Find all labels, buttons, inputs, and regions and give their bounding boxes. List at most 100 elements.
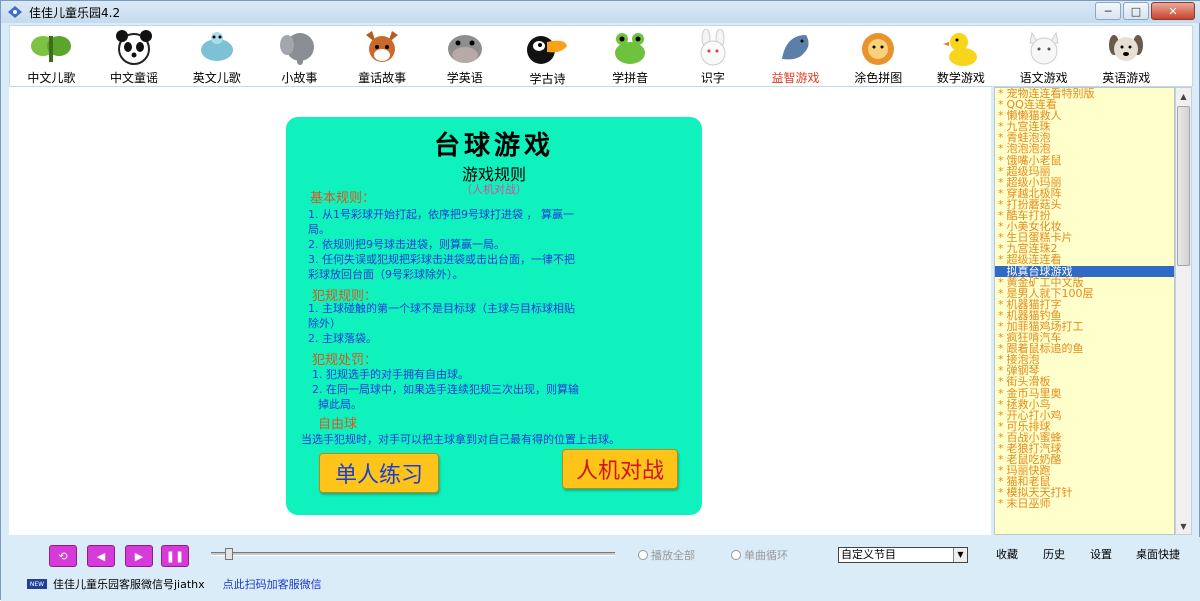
- game-list-item[interactable]: * 机器猫打字: [995, 299, 1174, 310]
- tool-coloring[interactable]: 涂色拼图: [837, 26, 920, 86]
- progress-slider[interactable]: [211, 548, 615, 560]
- game-list-item[interactable]: * 超级玛丽: [995, 166, 1174, 177]
- tool-puzzle-games[interactable]: 益智游戏: [754, 26, 837, 86]
- close-button[interactable]: ✕: [1151, 2, 1195, 20]
- scan-qr-link[interactable]: 点此扫码加客服微信: [223, 576, 322, 592]
- scroll-down-icon[interactable]: ▼: [1176, 518, 1191, 534]
- next-icon[interactable]: ▶: [125, 545, 153, 567]
- program-select[interactable]: 自定义节目 ▼: [838, 547, 968, 563]
- bullet-star-icon: *: [998, 132, 1004, 144]
- window-controls: ─ □ ✕: [1095, 2, 1195, 20]
- tool-ancient-poems[interactable]: 学古诗: [506, 26, 589, 86]
- game-list-item[interactable]: * 打扮蘑菇头: [995, 199, 1174, 210]
- tool-short-stories[interactable]: 小故事: [258, 26, 341, 86]
- window-title: 佳佳儿童乐园4.2: [29, 5, 121, 20]
- toucan-icon: [525, 28, 569, 68]
- game-list-item[interactable]: * 猫和老鼠: [995, 476, 1174, 487]
- maximize-button[interactable]: □: [1123, 2, 1149, 20]
- game-list-item[interactable]: * 老狼打汽球: [995, 443, 1174, 454]
- bullet-star-icon: *: [998, 187, 1004, 199]
- billiards-rules-card: 台球游戏 游戏规则 （人机对战） 基本规则： 1. 从1号彩球开始打起，依序把9…: [286, 117, 702, 515]
- history-link[interactable]: 历史: [1043, 546, 1065, 562]
- game-list-item[interactable]: * 生日蛋糕卡片: [995, 232, 1174, 243]
- settings-link[interactable]: 设置: [1090, 546, 1112, 562]
- scroll-up-icon[interactable]: ▲: [1176, 88, 1191, 104]
- game-list-item[interactable]: * 金币马里奥: [995, 388, 1174, 399]
- single-practice-button[interactable]: 单人练习: [319, 453, 439, 493]
- game-list-item-label: 拟真台球游戏: [1006, 265, 1073, 277]
- progress-knob[interactable]: [225, 548, 233, 560]
- desktop-shortcut-link[interactable]: 桌面快捷: [1136, 546, 1180, 562]
- bullet-star-icon: *: [998, 309, 1004, 321]
- vs-computer-button[interactable]: 人机对战: [562, 449, 678, 489]
- game-list-item[interactable]: * 加菲猫鸡场打工: [995, 321, 1174, 332]
- tool-fairy-tales[interactable]: 童话故事: [341, 26, 424, 86]
- prev-icon[interactable]: ◀: [87, 545, 115, 567]
- game-list[interactable]: * 宠物连连看特别版 * QQ连连看 * 懒懒猫救人 * 九宫连珠 * 青蛙泡泡 * 泡泡泡泡 * 饿嘴小…: [994, 87, 1175, 535]
- game-list-item[interactable]: * 小美女化妆: [995, 221, 1174, 232]
- game-list-item-label: 跟着鼠标追的鱼: [1006, 343, 1084, 355]
- scroll-thumb[interactable]: [1177, 106, 1190, 266]
- game-list-item[interactable]: * 超级小玛丽: [995, 177, 1174, 188]
- game-list-item[interactable]: * 宠物连连看特别版: [995, 88, 1174, 99]
- game-list-item-label: 穿越北极阵: [1006, 187, 1062, 199]
- tool-english-games[interactable]: 英语游戏: [1085, 26, 1168, 86]
- game-list-item[interactable]: * 老鼠吃奶酪: [995, 454, 1174, 465]
- game-list-item[interactable]: * 跟着鼠标追的鱼: [995, 343, 1174, 354]
- pause-icon[interactable]: ❚❚: [161, 545, 189, 567]
- game-list-item-label: 拯救小鸟: [1006, 398, 1051, 410]
- game-list-item[interactable]: * 饿嘴小老鼠: [995, 155, 1174, 166]
- game-list-item[interactable]: * 是男人就下100层: [995, 288, 1174, 299]
- game-list-item[interactable]: * 机器猫钓鱼: [995, 310, 1174, 321]
- game-list-item[interactable]: * 弹钢琴: [995, 365, 1174, 376]
- minimize-button[interactable]: ─: [1095, 2, 1121, 20]
- bullet-star-icon: *: [998, 143, 1004, 155]
- game-list-item-label: 街头滑板: [1006, 376, 1051, 388]
- game-list-item-label: 超级玛丽: [1006, 165, 1051, 177]
- restart-icon[interactable]: ⟲: [49, 545, 77, 567]
- tool-learn-english[interactable]: 学英语: [423, 26, 506, 86]
- game-list-item[interactable]: * 青蛙泡泡: [995, 132, 1174, 143]
- game-list-item[interactable]: * 街头滑板: [995, 376, 1174, 387]
- game-list-item[interactable]: * 酷车打扮: [995, 210, 1174, 221]
- bullet-star-icon: *: [998, 487, 1004, 499]
- bullet-star-icon: *: [998, 476, 1004, 488]
- chevron-down-icon[interactable]: ▼: [953, 548, 967, 562]
- tool-chinese-games[interactable]: 语文游戏: [1002, 26, 1085, 86]
- game-list-item[interactable]: * 百战小蜜蜂: [995, 432, 1174, 443]
- game-list-item[interactable]: * 拯救小鸟: [995, 399, 1174, 410]
- tool-cn-rhymes[interactable]: 中文童谣: [93, 26, 176, 86]
- game-list-item[interactable]: * 接泡泡: [995, 354, 1174, 365]
- game-list-item[interactable]: * 疯狂啃汽车: [995, 332, 1174, 343]
- game-list-item[interactable]: * 模拟天天打针: [995, 487, 1174, 498]
- game-list-item[interactable]: * 开心打小鸡: [995, 410, 1174, 421]
- game-list-item[interactable]: * 黄金矿工中文版: [995, 277, 1174, 288]
- play-all-radio[interactable]: 播放全部: [638, 547, 695, 563]
- game-list-item-label: 开心打小鸡: [1006, 409, 1062, 421]
- game-list-item[interactable]: * 末日巫师: [995, 498, 1174, 509]
- tool-cn-songs[interactable]: 中文儿歌: [10, 26, 93, 86]
- game-list-item[interactable]: * 超级连连看: [995, 254, 1174, 265]
- bullet-star-icon: *: [998, 110, 1004, 122]
- favorites-link[interactable]: 收藏: [996, 546, 1018, 562]
- tool-math-games[interactable]: 数学游戏: [920, 26, 1003, 86]
- tool-pinyin[interactable]: 学拼音: [589, 26, 672, 86]
- elephant-icon: [277, 28, 321, 67]
- game-list-item[interactable]: * QQ连连看: [995, 99, 1174, 110]
- duck-icon: [939, 28, 983, 67]
- loop-single-radio[interactable]: 单曲循环: [731, 547, 788, 563]
- bullet-star-icon: *: [998, 332, 1004, 344]
- penalty-text: 1. 犯规选手的对手拥有自由球。 2. 在同一局球中，如果选手连续犯规三次出现，…: [312, 368, 579, 411]
- game-list-item[interactable]: * 穿越北极阵: [995, 188, 1174, 199]
- tool-characters[interactable]: 识字: [672, 26, 755, 86]
- game-list-scrollbar[interactable]: ▲ ▼: [1175, 87, 1192, 535]
- game-list-item[interactable]: * 泡泡泡泡: [995, 143, 1174, 154]
- game-list-item[interactable]: * 拟真台球游戏: [995, 265, 1174, 277]
- game-list-item[interactable]: * 九宫连珠: [995, 121, 1174, 132]
- game-list-item[interactable]: * 懒懒猫救人: [995, 110, 1174, 121]
- game-list-item[interactable]: * 九宫连珠2: [995, 243, 1174, 254]
- game-list-item[interactable]: * 可乐排球: [995, 421, 1174, 432]
- game-title: 台球游戏: [433, 131, 554, 161]
- tool-en-songs[interactable]: 英文儿歌: [175, 26, 258, 86]
- game-list-item[interactable]: * 玛丽快跑: [995, 465, 1174, 476]
